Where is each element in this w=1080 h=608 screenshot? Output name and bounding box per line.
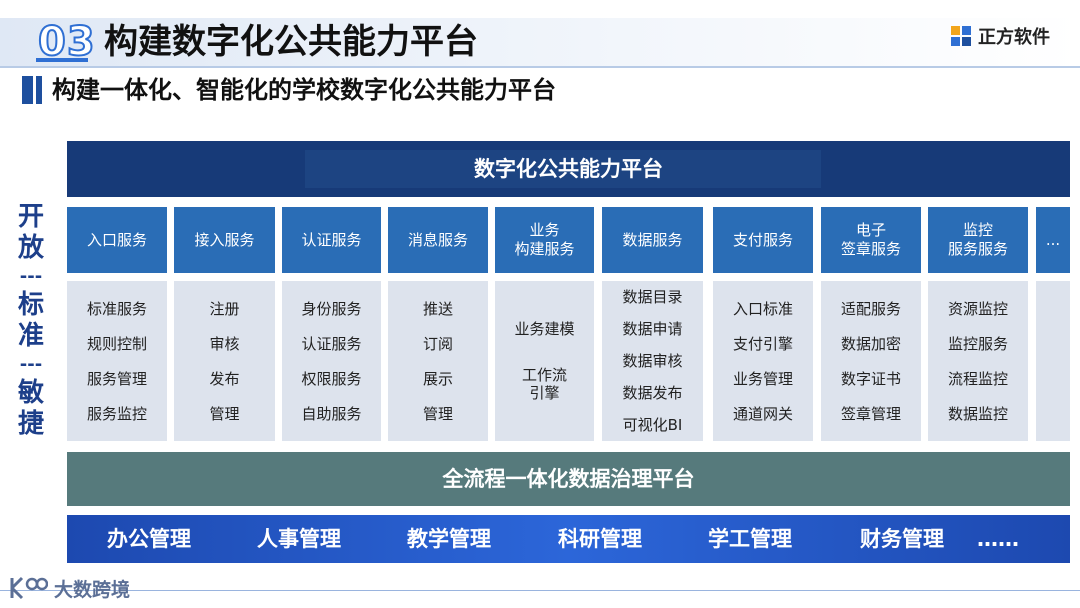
side-label-char: 标 <box>17 290 44 320</box>
service-item: 订阅 <box>422 334 453 353</box>
service-item: 工作流 引擎 <box>521 366 567 402</box>
management-item: 学工管理 <box>708 527 792 551</box>
service-header: ... <box>1036 207 1070 273</box>
service-item: 认证服务 <box>301 334 362 353</box>
service-item: 权限服务 <box>301 369 362 388</box>
service-item: 身份服务 <box>301 299 362 318</box>
service-item: 入口标准 <box>732 299 793 318</box>
service-item: 规则控制 <box>86 334 147 353</box>
service-item: 数据审核 <box>622 352 683 370</box>
side-label-separator: --- <box>19 354 43 375</box>
management-row: 办公管理 人事管理 教学管理 科研管理 学工管理 财务管理 …… <box>67 515 1070 563</box>
management-item: 科研管理 <box>558 527 642 551</box>
service-column: 标准服务规则控制服务管理服务监控 <box>67 281 167 441</box>
service-item: 流程监控 <box>947 369 1008 388</box>
service-header: 接入服务 <box>174 207 275 273</box>
footer-brand: 大数跨境 <box>54 578 131 601</box>
management-item: 教学管理 <box>407 527 491 551</box>
service-item: 业务管理 <box>732 369 793 388</box>
governance-platform: 全流程一体化数据治理平台 <box>67 452 1070 506</box>
service-column: 业务建模工作流 引擎 <box>495 281 594 441</box>
service-item: 业务建模 <box>514 320 575 338</box>
service-column: 注册 审核 发布 管理 <box>174 281 275 441</box>
service-item: 展示 <box>422 369 453 388</box>
header-divider <box>0 66 1080 68</box>
service-item: 数据发布 <box>622 384 683 402</box>
side-label-char: 开 <box>17 202 44 232</box>
service-header: 认证服务 <box>282 207 381 273</box>
management-more: …… <box>977 527 1019 551</box>
service-item: 适配服务 <box>840 299 901 318</box>
service-item: 自助服务 <box>301 404 362 423</box>
management-item: 人事管理 <box>257 527 341 551</box>
service-item: 服务监控 <box>86 404 147 423</box>
service-item: 数据目录 <box>622 288 683 306</box>
service-column: 适配服务数据加密数字证书签章管理 <box>821 281 921 441</box>
service-item: 推送 <box>422 299 453 318</box>
service-item: 资源监控 <box>947 299 1008 318</box>
service-item: 管理 <box>209 404 240 423</box>
service-item: 标准服务 <box>86 299 147 318</box>
footer-logo: 大数跨境 <box>8 574 130 602</box>
side-label-separator: --- <box>19 266 43 287</box>
subtitle-marker <box>22 76 33 104</box>
watermark-logo-icon <box>10 576 48 600</box>
side-label: 开 放 --- 标 准 --- 敏 捷 <box>10 202 52 440</box>
service-item: 数据加密 <box>840 334 901 353</box>
platform-title: 数字化公共能力平台 <box>474 157 663 181</box>
subtitle: 构建一体化、智能化的学校数字化公共能力平台 <box>52 76 556 104</box>
service-item: 数据监控 <box>947 404 1008 423</box>
service-item: 审核 <box>209 334 240 353</box>
service-column: 资源监控监控服务流程监控数据监控 <box>928 281 1028 441</box>
service-item: 数据申请 <box>622 320 683 338</box>
service-header: 入口服务 <box>67 207 167 273</box>
service-column: 数据目录数据申请数据审核数据发布可视化BI <box>602 281 703 441</box>
service-header: 业务 构建服务 <box>495 207 594 273</box>
service-item: 可视化BI <box>622 416 683 434</box>
management-item: 财务管理 <box>860 527 944 551</box>
service-item: 支付引擎 <box>732 334 793 353</box>
service-header: 监控 服务服务 <box>928 207 1028 273</box>
service-item: 服务管理 <box>86 369 147 388</box>
brand-name: 正方软件 <box>978 27 1050 48</box>
service-item: 通道网关 <box>732 404 793 423</box>
page-title: 构建数字化公共能力平台 <box>104 22 478 62</box>
footer-divider <box>0 590 1080 591</box>
side-label-char: 敏 <box>17 378 44 408</box>
subtitle-marker-thin <box>36 76 42 104</box>
side-label-char: 放 <box>17 233 44 263</box>
service-item: 监控服务 <box>947 334 1008 353</box>
brand-mark-icon <box>951 26 971 46</box>
section-number-underline <box>36 58 88 62</box>
service-header: 消息服务 <box>388 207 488 273</box>
service-header: 支付服务 <box>713 207 813 273</box>
service-header: 电子 签章服务 <box>821 207 921 273</box>
service-item: 注册 <box>209 299 240 318</box>
management-item: 办公管理 <box>107 527 191 551</box>
service-item: 发布 <box>209 369 240 388</box>
service-item: 数字证书 <box>840 369 901 388</box>
service-item: 管理 <box>422 404 453 423</box>
side-label-char: 准 <box>17 321 44 351</box>
service-column: 推送 订阅 展示 管理 <box>388 281 488 441</box>
side-label-char: 捷 <box>17 409 44 439</box>
service-header: 数据服务 <box>602 207 703 273</box>
service-item: 签章管理 <box>840 404 901 423</box>
service-column: 身份服务认证服务权限服务自助服务 <box>282 281 381 441</box>
brand-logo: 正方软件 <box>950 24 1050 48</box>
service-column <box>1036 281 1070 441</box>
service-column: 入口标准支付引擎业务管理通道网关 <box>713 281 813 441</box>
